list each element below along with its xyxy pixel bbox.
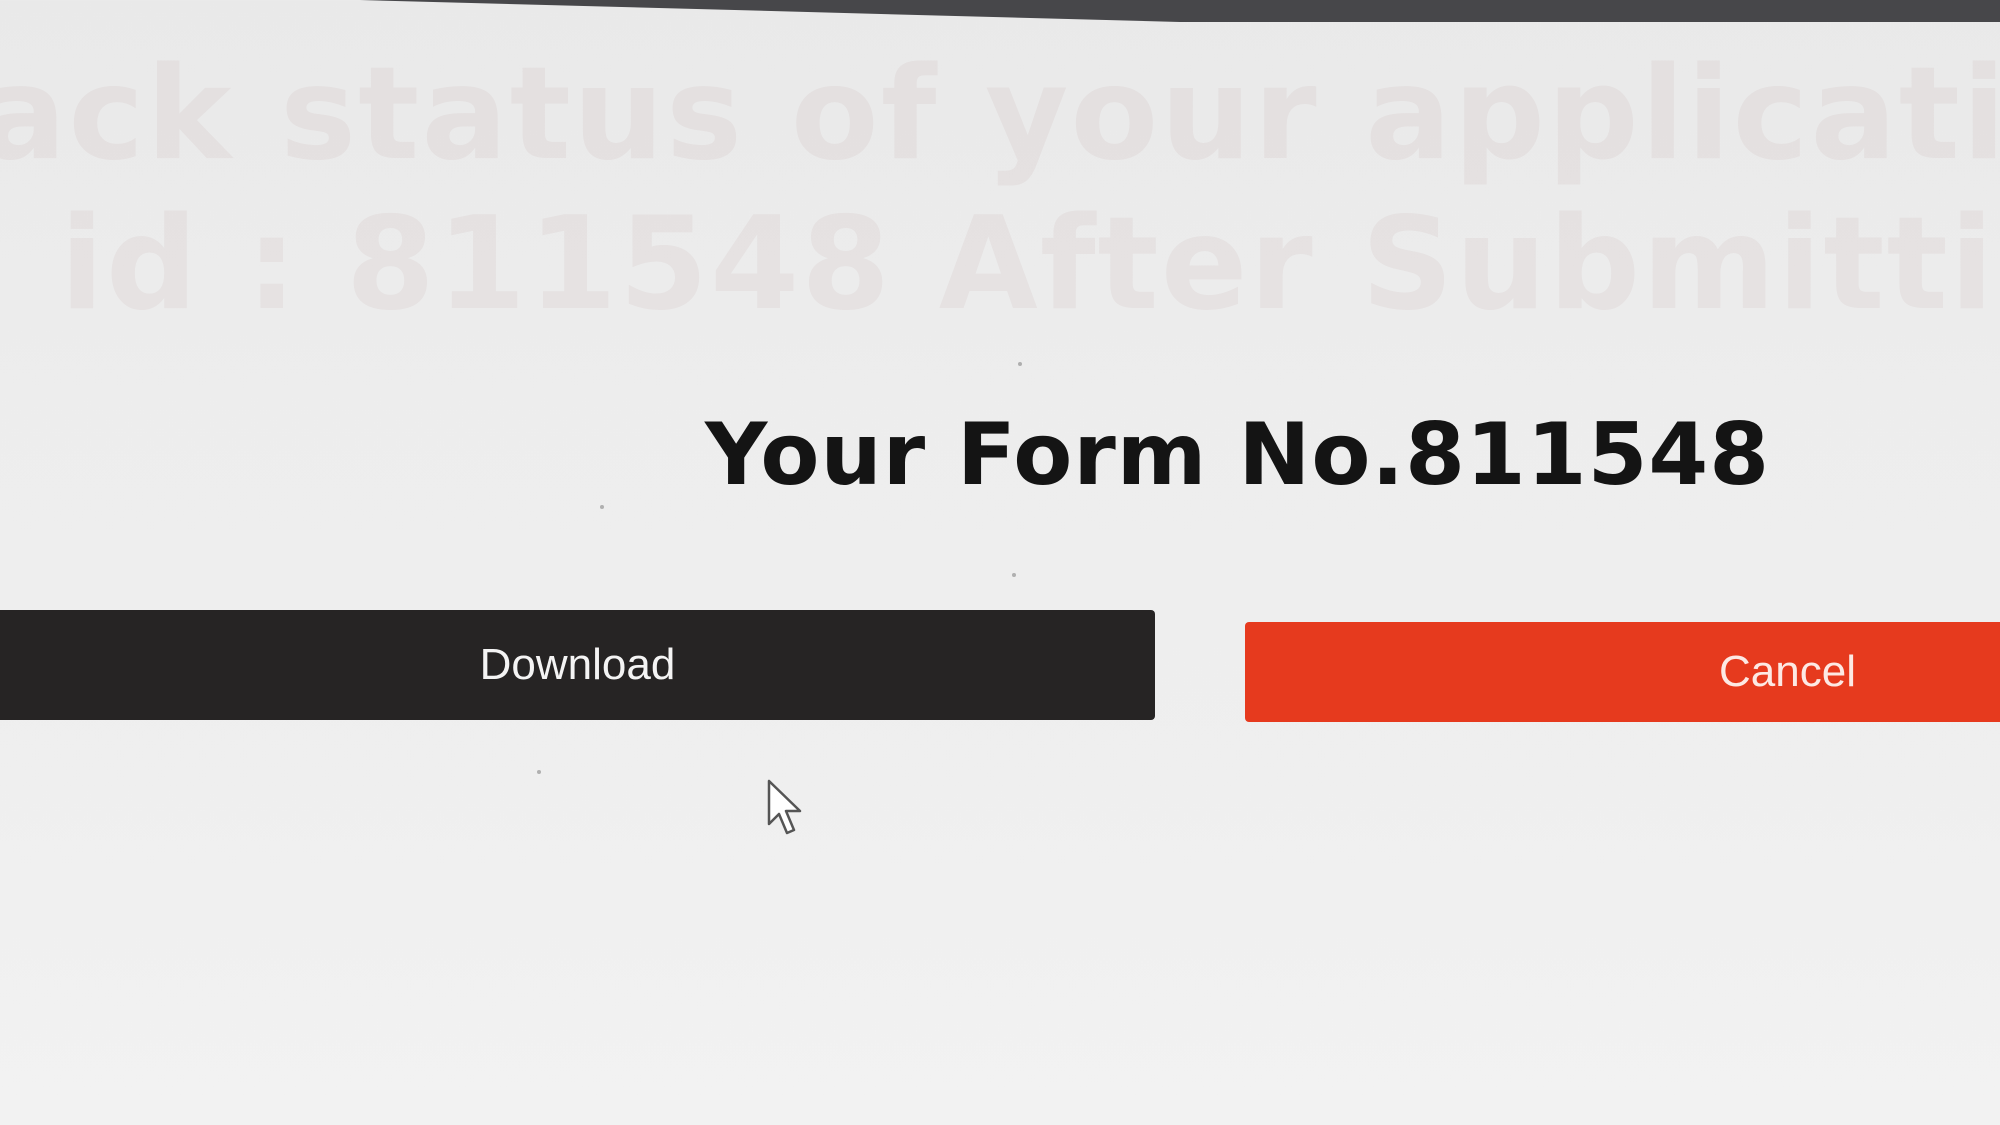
form-number-heading: Your Form No.811548 [705, 405, 1771, 505]
screen-speck [537, 770, 541, 774]
background-notice-line-2: id : 811548 After Submitting Your F [60, 190, 2000, 339]
background-notice-line-1: ack status of your application using [0, 40, 2000, 189]
screen-speck [1018, 362, 1022, 366]
screen-speck [1012, 573, 1016, 577]
cancel-button[interactable]: Cancel [1245, 622, 2000, 722]
screen-top-edge [360, 0, 2000, 22]
download-button[interactable]: Download [0, 610, 1155, 720]
background-notice: ack status of your application using id … [0, 40, 2000, 340]
download-button-label: Download [479, 640, 676, 689]
mouse-pointer-icon [767, 779, 802, 835]
cancel-button-label: Cancel [1719, 647, 1856, 696]
screen-speck [600, 505, 604, 509]
